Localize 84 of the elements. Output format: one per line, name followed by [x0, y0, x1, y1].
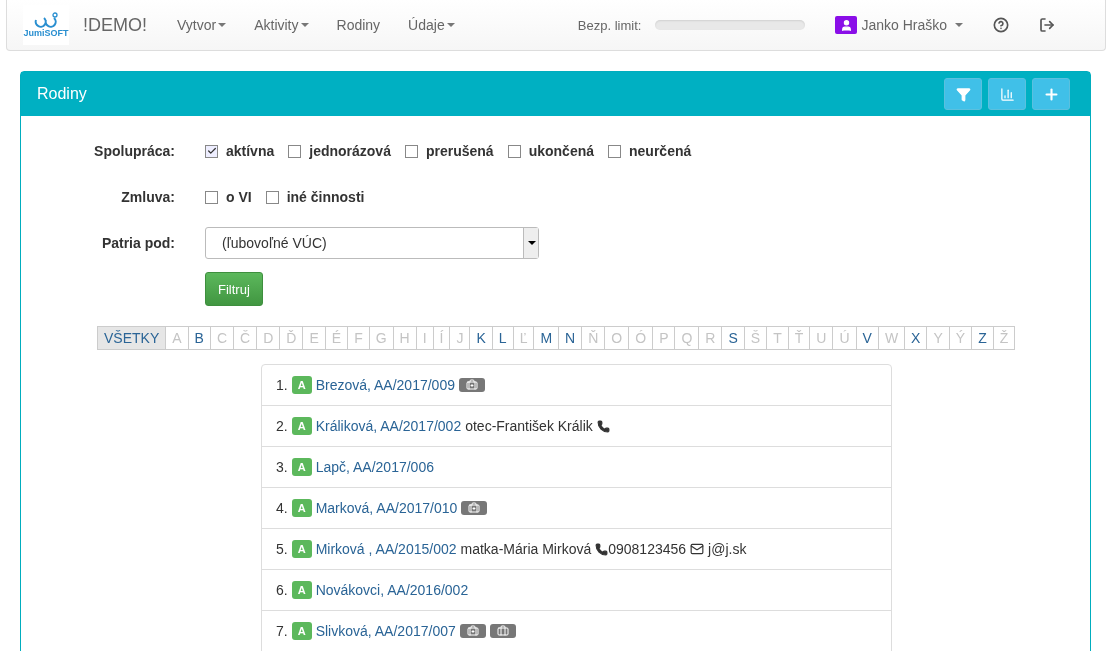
- phone-icon: [596, 419, 610, 433]
- email-address: j@j.sk: [708, 541, 747, 557]
- contact-person: matka-Mária Mirková: [460, 541, 592, 557]
- family-link[interactable]: Mirková , AA/2015/002: [315, 541, 457, 557]
- checkbox-option[interactable]: ukončená: [507, 143, 594, 159]
- checkbox[interactable]: [205, 144, 218, 158]
- letter-tab[interactable]: M: [533, 326, 560, 350]
- briefcase-icon: [489, 624, 516, 638]
- row-number: 1.: [276, 377, 288, 393]
- row-number: 6.: [276, 582, 288, 598]
- status-badge: A: [291, 458, 312, 476]
- row-number: 7.: [276, 623, 288, 639]
- phone-icon: [595, 542, 609, 556]
- status-badge: A: [291, 540, 312, 558]
- logo-mark-icon: [33, 12, 59, 28]
- family-link[interactable]: Novákovci, AA/2016/002: [315, 582, 469, 598]
- field-label: Patria pod:: [100, 235, 176, 251]
- limit-label: Bezp. limit:: [577, 17, 642, 33]
- user-menu[interactable]: Janko Hraško: [835, 16, 963, 34]
- filter-submit-button[interactable]: Filtruj: [205, 272, 263, 306]
- checkbox-option[interactable]: o VI: [205, 189, 252, 205]
- user-icon: [835, 16, 858, 34]
- family-link[interactable]: Slivková, AA/2017/007: [315, 623, 456, 639]
- status-badge: A: [291, 622, 312, 640]
- checkbox[interactable]: [288, 144, 302, 158]
- checkbox[interactable]: [205, 190, 218, 204]
- medical-kit-icon: [459, 624, 486, 638]
- family-link[interactable]: Brezová, AA/2017/009: [315, 377, 455, 393]
- row-number: 4.: [276, 500, 288, 516]
- row-number: 5.: [276, 541, 288, 557]
- checkbox-option[interactable]: aktívna: [205, 143, 275, 159]
- letter-tab[interactable]: S: [721, 326, 745, 350]
- caret-icon: [955, 23, 963, 27]
- filter-icon: [955, 86, 971, 102]
- chart-button[interactable]: [988, 78, 1026, 110]
- row-number: 2.: [276, 418, 288, 434]
- phone-number: 0908123456: [608, 541, 687, 557]
- region-select[interactable]: (ľubovoľné VÚC): [205, 227, 539, 259]
- menu-item[interactable]: Vytvor: [163, 17, 241, 33]
- bar-chart-icon: [999, 86, 1015, 102]
- logout-icon[interactable]: [1039, 17, 1055, 33]
- menu-item[interactable]: Rodiny: [322, 17, 395, 33]
- caret-icon: [300, 23, 309, 27]
- letter-tab[interactable]: Z: [971, 326, 994, 350]
- field-label: Zmluva:: [120, 189, 176, 205]
- letter-tab[interactable]: B: [187, 326, 211, 350]
- letter-tab[interactable]: V: [855, 326, 879, 350]
- status-badge: A: [291, 581, 312, 599]
- checkbox[interactable]: [608, 144, 621, 158]
- row-number: 3.: [276, 459, 288, 475]
- checkbox-option[interactable]: neurčená: [608, 143, 692, 159]
- medical-kit-icon: [458, 378, 485, 392]
- status-badge: A: [291, 417, 312, 435]
- checkbox-option[interactable]: jednorázová: [288, 143, 391, 159]
- checkbox-option[interactable]: iné činnosti: [265, 189, 365, 205]
- field-label: Spolupráca:: [93, 143, 176, 159]
- checkbox[interactable]: [507, 144, 521, 158]
- letter-tab[interactable]: K: [469, 326, 493, 350]
- letter-tab[interactable]: X: [904, 326, 928, 350]
- status-badge: A: [291, 499, 312, 517]
- letter-tab[interactable]: N: [558, 326, 583, 350]
- status-badge: A: [291, 376, 312, 394]
- contact-person: otec-František Králik: [465, 418, 593, 434]
- brand-text: !DEMO!: [83, 14, 147, 36]
- caret-icon: [528, 241, 536, 245]
- checkbox[interactable]: [404, 144, 418, 158]
- letter-tab[interactable]: L: [491, 326, 514, 350]
- caret-icon: [446, 23, 455, 27]
- family-link[interactable]: Marková, AA/2017/010: [315, 500, 458, 516]
- family-link[interactable]: Králiková, AA/2017/002: [315, 418, 462, 434]
- logo-text: JumiSOFT: [23, 28, 69, 38]
- menu-item[interactable]: Aktivity: [240, 17, 323, 33]
- panel-title: Rodiny: [37, 85, 88, 103]
- menu-item[interactable]: Údaje: [394, 17, 469, 33]
- plus-icon: [1042, 85, 1060, 103]
- medical-kit-icon: [461, 501, 488, 515]
- help-icon[interactable]: [993, 17, 1009, 33]
- filter-button[interactable]: [944, 78, 982, 110]
- caret-icon: [218, 23, 227, 27]
- checkbox[interactable]: [265, 190, 279, 204]
- family-link[interactable]: Lapč, AA/2017/006: [315, 459, 434, 475]
- mail-icon: [690, 542, 705, 556]
- letter-tab[interactable]: VŠETKY: [97, 326, 167, 350]
- checkbox-option[interactable]: prerušená: [404, 143, 494, 159]
